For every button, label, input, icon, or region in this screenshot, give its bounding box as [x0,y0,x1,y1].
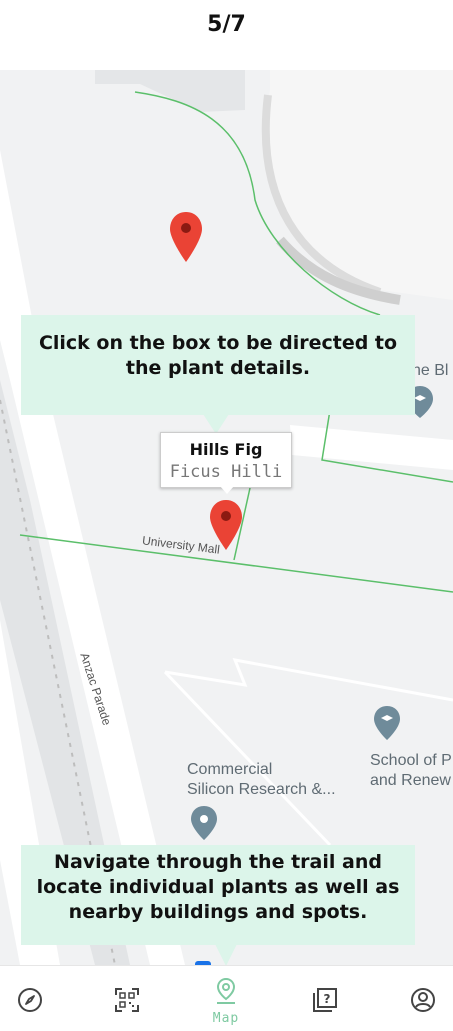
poi-commercial-pin-icon[interactable] [191,806,217,840]
school-label[interactable]: School of P and Renew [370,751,452,791]
nav-map[interactable]: Map [196,966,256,1031]
nav-help[interactable]: ? [295,966,355,1031]
plant-name: Hills Fig [189,440,263,459]
tooltip-trail-hint: Navigate through the trail and locate in… [21,845,415,945]
top-bar: 5/7 [0,0,453,70]
map-canvas [0,70,453,965]
building-shape [95,70,245,112]
svg-text:?: ? [324,992,331,1006]
commercial-label[interactable]: Commercial Silicon Research &... [187,760,336,800]
tooltip-box-hint: Click on the box to be directed to the p… [21,315,415,415]
tooltip-trail-arrow [215,944,237,966]
map-pin-icon [216,977,236,1004]
road-right [290,425,453,470]
help-book-icon: ? [313,988,337,1012]
stadium-shape [265,70,453,300]
plant-marker-top[interactable] [170,212,202,262]
poi-school-pin-icon[interactable] [374,706,400,740]
nav-map-label: Map [212,1011,240,1026]
partial-building-label[interactable]: he Bl [412,361,448,381]
info-window-arrow [220,486,234,494]
nav-explore[interactable] [0,966,60,1031]
tooltip-box-arrow [203,414,229,434]
nav-scan[interactable] [97,966,157,1031]
qr-code-icon [115,988,139,1012]
nav-profile[interactable] [393,966,453,1031]
boundary-line [164,658,453,702]
plant-info-window[interactable]: Hills Fig Ficus Hilli [160,432,292,488]
bottom-nav: Map ? [0,965,453,1031]
plant-scientific-name: Ficus Hilli [169,462,283,482]
compass-icon [18,988,42,1012]
boundary-line-2 [163,670,332,847]
profile-icon [411,988,435,1012]
step-counter: 5/7 [207,12,246,37]
map-view[interactable]: University Mall Anzac Parade Commercial … [0,70,453,965]
